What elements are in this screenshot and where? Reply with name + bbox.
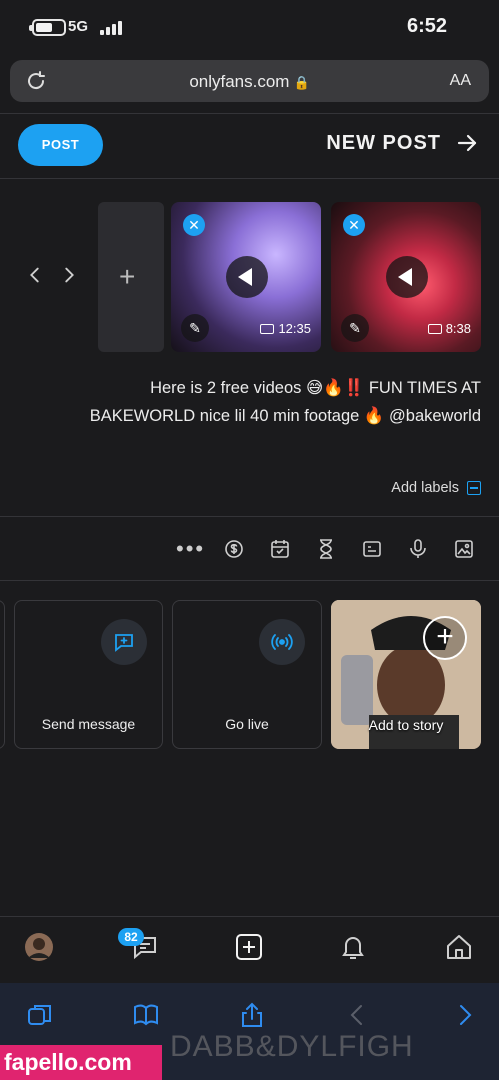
- broadcast-icon: [271, 634, 293, 650]
- chevron-right-icon[interactable]: [58, 264, 80, 286]
- notifications-bell-icon[interactable]: [338, 932, 368, 962]
- edit-icon[interactable]: ✎: [181, 314, 209, 342]
- go-live-card[interactable]: Go live: [172, 600, 322, 749]
- composer-toolbar: •••: [176, 536, 476, 562]
- lock-icon: 🔒: [293, 75, 310, 90]
- message-plus-icon: [115, 634, 133, 652]
- back-icon[interactable]: [344, 1001, 372, 1029]
- home-icon[interactable]: [444, 932, 474, 962]
- price-tag-icon[interactable]: [222, 537, 246, 561]
- video-duration: 8:38: [427, 321, 471, 336]
- play-icon[interactable]: [226, 256, 268, 298]
- image-icon[interactable]: [452, 537, 476, 561]
- avatar[interactable]: [24, 932, 54, 962]
- watermark: fapello.com: [0, 1045, 162, 1080]
- divider: [0, 516, 499, 517]
- signal-icon: [100, 19, 122, 35]
- media-thumbnail[interactable]: ✕ ✎ 12:35: [171, 202, 321, 352]
- add-media-button[interactable]: +: [98, 202, 164, 352]
- add-to-story-label: Add to story: [368, 717, 444, 733]
- video-camera-icon: [260, 323, 275, 334]
- url-display[interactable]: onlyfans.com 🔒: [10, 72, 489, 92]
- page-header: NEW POST: [326, 131, 479, 155]
- network-label: 5G: [68, 18, 89, 35]
- add-post-icon[interactable]: [234, 932, 264, 962]
- divider: [0, 113, 499, 114]
- video-duration: 12:35: [260, 321, 311, 336]
- go-live-label: Go live: [225, 716, 269, 732]
- remove-media-icon[interactable]: ✕: [343, 214, 365, 236]
- video-camera-icon: [427, 323, 442, 334]
- divider: [0, 178, 499, 179]
- caption-line: BAKEWORLD nice lil 40 min footage 🔥 @bak…: [89, 407, 481, 425]
- play-icon[interactable]: [386, 256, 428, 298]
- divider: [0, 580, 499, 581]
- overlay-text: DABB&DYLFIGH: [170, 1030, 414, 1063]
- edit-icon[interactable]: ✎: [341, 314, 369, 342]
- text-size-button[interactable]: AA: [450, 72, 471, 90]
- page-title: NEW POST: [326, 131, 441, 154]
- send-message-card[interactable]: Send message: [14, 600, 163, 749]
- share-icon[interactable]: [238, 1001, 266, 1029]
- calendar-icon[interactable]: [268, 537, 292, 561]
- bookmarks-icon[interactable]: [132, 1001, 160, 1029]
- send-message-label: Send message: [41, 716, 136, 732]
- remove-media-icon[interactable]: ✕: [183, 214, 205, 236]
- add-story-plus-icon[interactable]: +: [423, 616, 467, 660]
- add-labels-text: Add labels: [391, 480, 459, 496]
- address-bar[interactable]: onlyfans.com 🔒 AA: [10, 60, 489, 102]
- messages-badge: 82: [118, 928, 144, 946]
- partial-card[interactable]: [0, 600, 5, 749]
- poll-icon[interactable]: [360, 537, 384, 561]
- media-thumbnail[interactable]: ✕ ✎ 8:38: [331, 202, 481, 352]
- status-time: 6:52: [406, 15, 447, 37]
- url-text: onlyfans.com: [189, 72, 290, 91]
- icon-circle: [101, 619, 147, 665]
- post-button[interactable]: POST: [18, 124, 103, 166]
- app-bottom-nav: [0, 918, 499, 982]
- chevron-left-icon[interactable]: [24, 264, 46, 286]
- divider: [0, 916, 499, 917]
- status-bar: 5G 6:52: [0, 0, 499, 56]
- arrow-right-icon[interactable]: [455, 131, 479, 155]
- battery-icon: [29, 19, 66, 36]
- microphone-icon[interactable]: [406, 537, 430, 561]
- more-icon[interactable]: •••: [176, 536, 203, 562]
- hourglass-icon[interactable]: [314, 537, 338, 561]
- icon-circle: [259, 619, 305, 665]
- forward-icon[interactable]: [450, 1001, 478, 1029]
- caption-line: Here is 2 free videos 😅🔥‼️ FUN TIMES AT: [150, 379, 481, 397]
- add-labels-button[interactable]: Add labels: [391, 480, 481, 496]
- plus-icon: +: [119, 261, 136, 292]
- post-caption[interactable]: Here is 2 free videos 😅🔥‼️ FUN TIMES AT …: [40, 374, 481, 430]
- label-icon: [467, 481, 481, 495]
- add-to-story-card[interactable]: + Add to story: [331, 600, 481, 749]
- tabs-icon[interactable]: [26, 1001, 54, 1029]
